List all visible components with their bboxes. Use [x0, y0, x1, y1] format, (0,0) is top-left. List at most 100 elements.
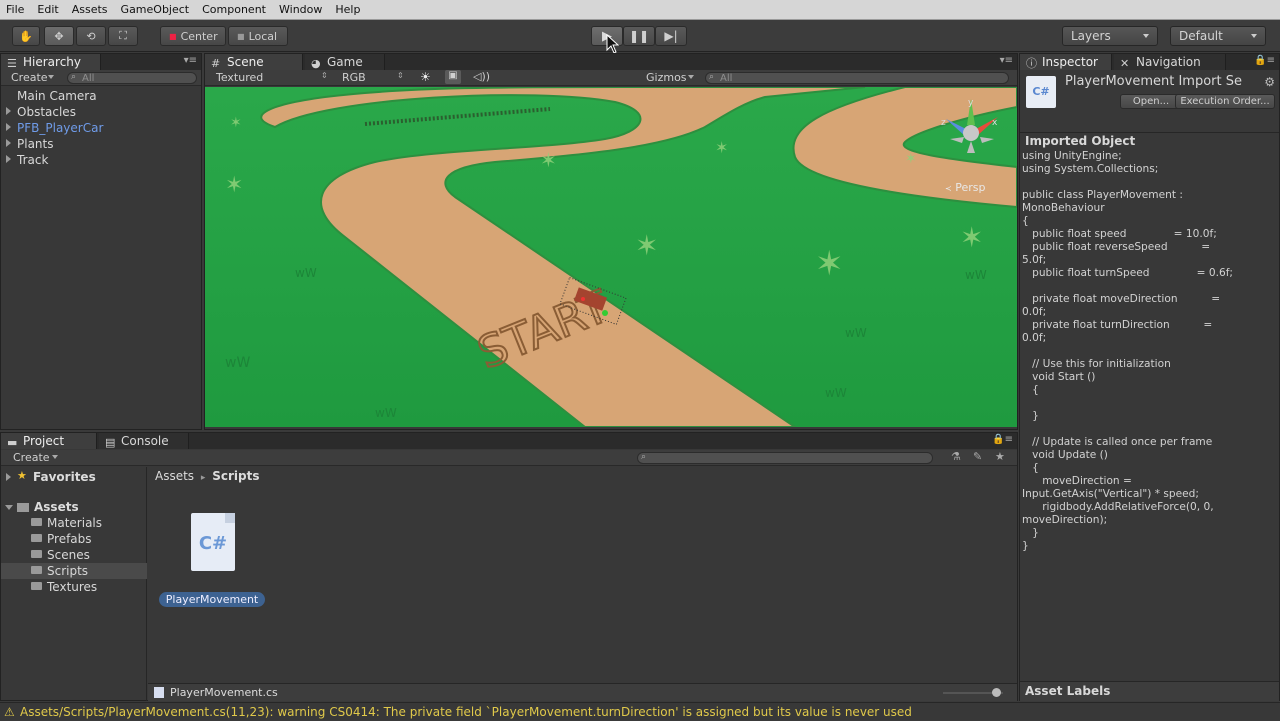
project-toolbar: Create ⌕ ⚗ ✎ ★ — [1, 450, 1017, 466]
folder-scenes[interactable]: Scenes — [31, 548, 90, 562]
status-message: Assets/Scripts/PlayerMovement.cs(11,23):… — [20, 705, 912, 719]
assets-root-folder[interactable]: Assets — [34, 500, 79, 514]
lighting-toggle-icon[interactable]: ☀ — [420, 70, 431, 84]
hierarchy-search-input[interactable]: ⌕ All — [67, 72, 197, 84]
panel-menu-icon[interactable]: 🔒≡ — [992, 434, 1013, 445]
scene-orientation-gizmo[interactable]: y x z — [940, 95, 1002, 161]
hierarchy-item-obstacles[interactable]: Obstacles — [17, 105, 76, 119]
svg-text:z: z — [941, 118, 946, 128]
collapse-arrow-icon[interactable] — [5, 505, 13, 510]
panel-menu-icon[interactable]: ▾≡ — [184, 55, 197, 66]
tab-game[interactable]: ◕ Game — [305, 54, 385, 70]
expand-arrow-icon[interactable] — [6, 155, 11, 163]
breadcrumb-current[interactable]: Scripts — [212, 469, 259, 483]
asset-thumbnail[interactable]: C# — [191, 513, 235, 571]
folder-textures[interactable]: Textures — [31, 580, 97, 594]
persp-arrow-icon: ≺ — [945, 184, 952, 193]
asset-name-label[interactable]: PlayerMovement — [159, 592, 265, 607]
project-search-input[interactable]: ⌕ — [637, 452, 933, 464]
folder-scripts[interactable]: Scripts — [31, 564, 88, 578]
pivot-icon: ■ — [169, 31, 177, 41]
audio-toggle-icon[interactable]: ◁)) — [473, 70, 490, 83]
menu-help[interactable]: Help — [335, 3, 360, 16]
breadcrumb: Assets ▸ Scripts — [155, 469, 260, 483]
hierarchy-panel: ☰ Hierarchy ▾≡ Create ⌕ All Main Camera … — [0, 53, 202, 430]
hierarchy-item-pfb-playercar[interactable]: PFB_PlayerCar — [17, 121, 103, 135]
image-effects-toggle-icon[interactable]: ▣ — [445, 70, 461, 84]
filter-label-icon[interactable]: ✎ — [973, 450, 982, 463]
open-button[interactable]: Open... — [1120, 94, 1182, 109]
menu-gameobject[interactable]: GameObject — [121, 3, 190, 16]
updown-arrow-icon: ⇕ — [397, 71, 404, 80]
menu-file[interactable]: File — [6, 3, 24, 16]
filter-type-icon[interactable]: ⚗ — [951, 450, 961, 463]
scene-toolbar: Textured ⇕ RGB ⇕ ☀ ▣ ◁)) Gizmos ⌕ All — [205, 70, 1017, 86]
hierarchy-create-button[interactable]: Create — [11, 71, 48, 84]
gear-icon[interactable]: ⚙ — [1264, 75, 1275, 89]
hierarchy-toolbar: Create ⌕ All — [1, 70, 201, 86]
scene-tabbar: # Scene ◕ Game ▾≡ — [205, 54, 1017, 70]
layout-label: Default — [1179, 29, 1223, 43]
favorite-star-icon[interactable]: ★ — [995, 450, 1005, 463]
channel-dropdown[interactable]: RGB — [342, 71, 366, 84]
breadcrumb-root[interactable]: Assets — [155, 469, 194, 483]
scale-tool-button[interactable]: ⛶ — [108, 26, 138, 46]
chevron-down-icon — [48, 75, 54, 79]
svg-text:wW: wW — [825, 386, 847, 400]
slider-handle[interactable] — [992, 688, 1001, 697]
hierarchy-item-track[interactable]: Track — [17, 153, 48, 167]
panel-menu-icon[interactable]: ▾≡ — [1000, 55, 1013, 66]
menu-component[interactable]: Component — [202, 3, 266, 16]
favorites-heading[interactable]: Favorites — [33, 470, 96, 484]
tab-inspector-label: Inspector — [1042, 55, 1098, 69]
scene-render: START ✶ ✶ ✶ ✶ ✶ ✶ ✶ ✶ wW wW wW wW wW wW — [205, 87, 1017, 427]
project-create-button[interactable]: Create — [13, 451, 50, 464]
hand-tool-button[interactable]: ✋ — [12, 26, 40, 46]
rotate-tool-button[interactable]: ⟲ — [76, 26, 106, 46]
folder-materials[interactable]: Materials — [31, 516, 102, 530]
pivot-local-toggle[interactable]: ■ Local — [228, 26, 288, 46]
persp-label[interactable]: ≺ Persp — [945, 181, 985, 194]
menu-window[interactable]: Window — [279, 3, 322, 16]
breadcrumb-separator-icon: ▸ — [200, 473, 206, 483]
csharp-file-icon — [154, 687, 164, 698]
hierarchy-item-plants[interactable]: Plants — [17, 137, 54, 151]
search-icon: ⌕ — [641, 452, 647, 462]
gizmos-dropdown[interactable]: Gizmos — [646, 71, 687, 84]
script-source-preview: using UnityEngine; using System.Collecti… — [1022, 150, 1234, 552]
tab-game-label: Game — [327, 55, 363, 69]
status-bar[interactable]: ⚠ Assets/Scripts/PlayerMovement.cs(11,23… — [0, 702, 1280, 720]
layers-dropdown[interactable]: Layers — [1062, 26, 1158, 46]
tab-navigation[interactable]: ✕ Navigation — [1114, 54, 1226, 70]
scene-viewport[interactable]: START ✶ ✶ ✶ ✶ ✶ ✶ ✶ ✶ wW wW wW wW wW wW — [205, 87, 1017, 427]
tab-inspector[interactable]: ⓘ Inspector — [1020, 54, 1112, 70]
tab-project[interactable]: ▬ Project — [1, 433, 97, 449]
expand-arrow-icon[interactable] — [6, 473, 11, 481]
expand-arrow-icon[interactable] — [6, 123, 11, 131]
pause-button[interactable]: ❚❚ — [623, 26, 655, 46]
scene-search-input[interactable]: ⌕ All — [705, 72, 1009, 84]
execution-order-button[interactable]: Execution Order... — [1175, 94, 1275, 109]
tab-hierarchy[interactable]: ☰ Hierarchy — [1, 54, 101, 70]
search-placeholder: All — [82, 73, 95, 84]
move-tool-button[interactable]: ✥ — [44, 26, 74, 46]
panel-menu-icon[interactable]: 🔒≡ — [1254, 55, 1275, 66]
folder-icon — [31, 550, 42, 558]
inspector-tabbar: ⓘ Inspector ✕ Navigation 🔒≡ — [1020, 54, 1279, 70]
menu-assets[interactable]: Assets — [72, 3, 108, 16]
imported-object-heading: Imported Object — [1025, 134, 1136, 148]
layout-dropdown[interactable]: Default — [1170, 26, 1266, 46]
mouse-cursor-icon — [606, 34, 620, 54]
folder-prefabs[interactable]: Prefabs — [31, 532, 92, 546]
open-label: Open... — [1132, 96, 1170, 107]
expand-arrow-icon[interactable] — [6, 107, 11, 115]
step-button[interactable]: ▶| — [655, 26, 687, 46]
menu-edit[interactable]: Edit — [37, 3, 58, 16]
tab-scene[interactable]: # Scene — [205, 54, 303, 70]
tab-console[interactable]: ▤ Console — [99, 433, 189, 449]
hand-icon: ✋ — [19, 29, 33, 43]
render-mode-dropdown[interactable]: Textured — [216, 71, 263, 84]
expand-arrow-icon[interactable] — [6, 139, 11, 147]
hierarchy-item-main-camera[interactable]: Main Camera — [17, 89, 97, 103]
pivot-center-toggle[interactable]: ■ Center — [160, 26, 226, 46]
